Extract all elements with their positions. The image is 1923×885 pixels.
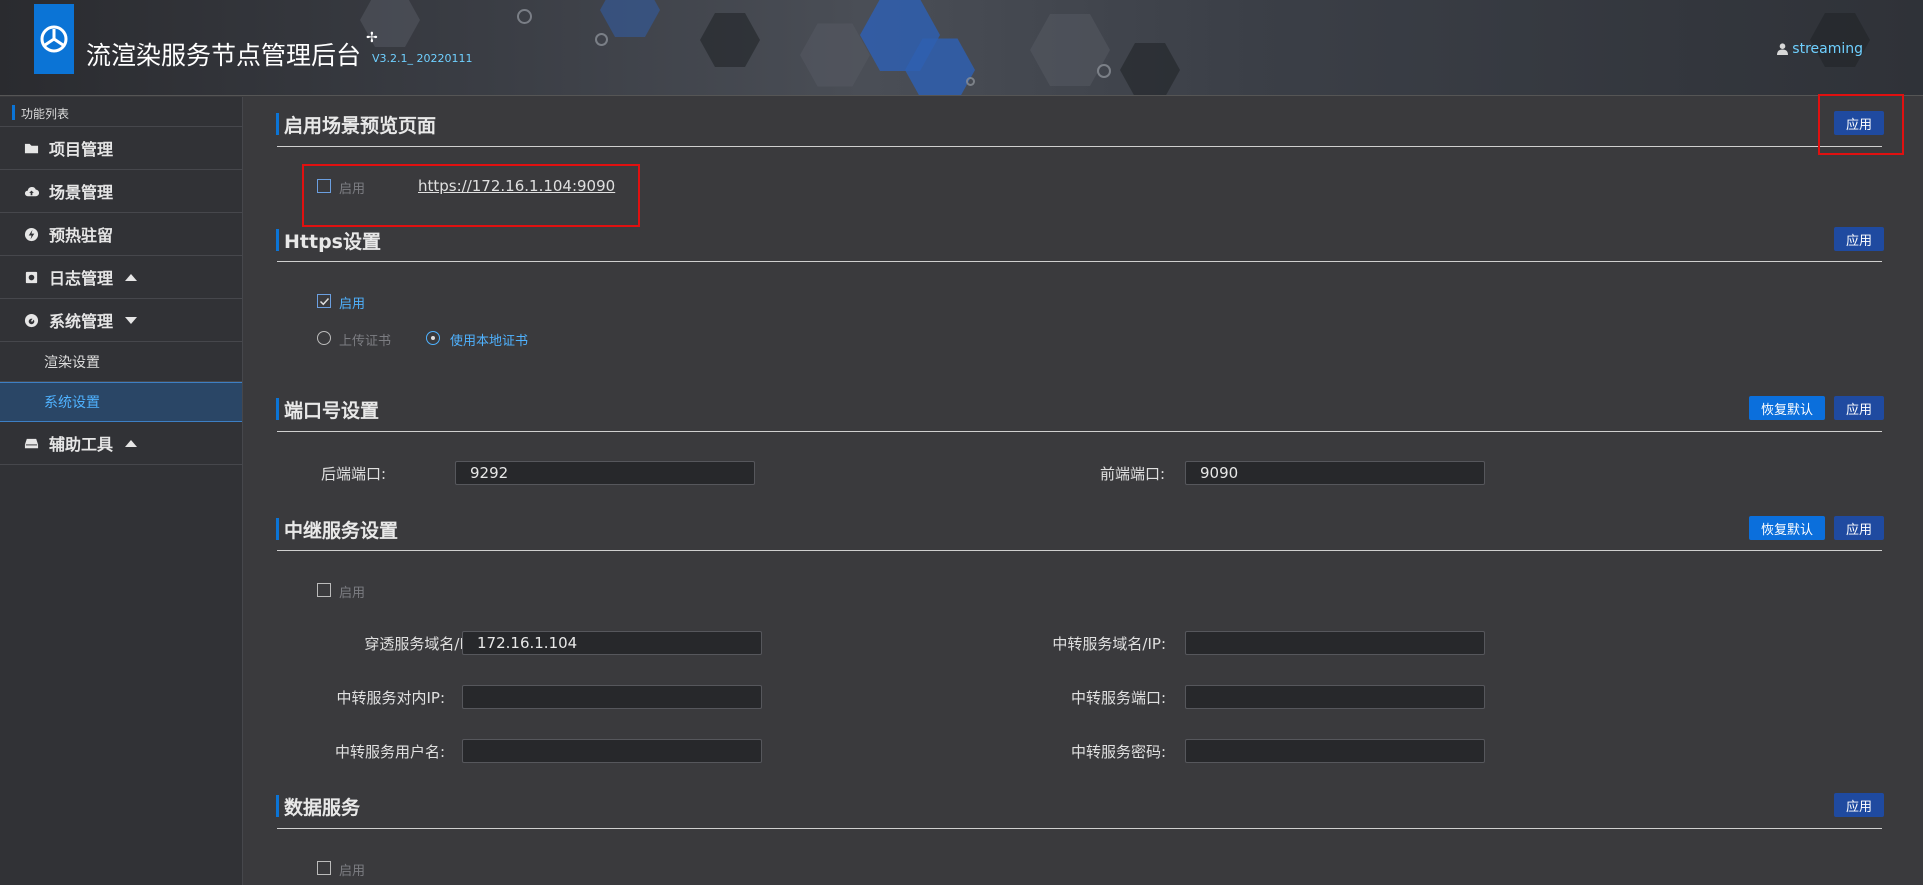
data-enable-checkbox[interactable] — [317, 861, 331, 875]
relay-domain-input[interactable] — [1185, 631, 1485, 655]
radio-local-cert[interactable] — [426, 331, 440, 345]
sidebar-item-label: 辅助工具 — [49, 435, 114, 454]
https-enable-label: 启用 — [339, 297, 366, 312]
https-apply-button[interactable]: 应用 — [1834, 227, 1885, 251]
sidebar: 功能列表 项目管理 场景管理 预热驻留 日志管理 系统管理 渲染设置 系统设置 … — [0, 97, 243, 885]
frontend-port-label: 前端端口: — [1099, 465, 1165, 483]
sidebar-item-project[interactable]: 项目管理 — [0, 127, 242, 170]
section-divider — [277, 431, 1882, 432]
sidebar-item-preheat[interactable]: 预热驻留 — [0, 213, 242, 256]
section-title-relay: 中继服务设置 — [275, 516, 398, 543]
sidebar-item-label: 项目管理 — [49, 140, 114, 159]
sparkle-icon: ✢ — [366, 30, 378, 46]
backend-port-input[interactable]: 9292 — [455, 461, 755, 485]
relay-domain-label: 中转服务域名/IP: — [1052, 635, 1166, 653]
ports-restore-default-button[interactable]: 恢复默认 — [1749, 396, 1826, 420]
data-enable-label: 启用 — [339, 864, 366, 879]
section-divider — [277, 828, 1882, 829]
section-title-ports: 端口号设置 — [275, 396, 379, 423]
radio-local-cert-label: 使用本地证书 — [450, 334, 529, 349]
decor-hex — [700, 13, 760, 67]
frontend-port-input[interactable]: 9090 — [1185, 461, 1485, 485]
sidebar-item-label: 场景管理 — [49, 183, 114, 202]
section-title-data: 数据服务 — [275, 793, 360, 820]
penetrate-domain-label: 穿透服务域名/IP: — [364, 635, 478, 653]
relay-inner-ip-input[interactable] — [462, 685, 762, 709]
sidebar-item-label: 预热驻留 — [49, 226, 114, 245]
folder-icon — [23, 141, 39, 156]
decor-hex — [600, 0, 660, 37]
relay-username-input[interactable] — [462, 739, 762, 763]
sidebar-item-label: 日志管理 — [49, 269, 114, 288]
decor-hex — [1810, 13, 1870, 67]
relay-port-input[interactable] — [1185, 685, 1485, 709]
sidebar-heading: 功能列表 — [0, 97, 242, 127]
section-divider — [277, 261, 1882, 262]
sidebar-item-scene[interactable]: 场景管理 — [0, 170, 242, 213]
relay-password-label: 中转服务密码: — [1070, 743, 1166, 761]
app-title: 流渲染服务节点管理后台 — [86, 41, 362, 70]
section-title-https: Https设置 — [276, 227, 381, 254]
caret-up-icon — [125, 439, 138, 447]
data-apply-button[interactable]: 应用 — [1834, 793, 1885, 817]
caret-down-icon — [125, 316, 138, 324]
user-name: streaming — [1792, 41, 1863, 57]
relay-restore-default-button[interactable]: 恢复默认 — [1749, 516, 1826, 540]
relay-username-label: 中转服务用户名: — [334, 743, 445, 761]
decor-hex — [1030, 14, 1110, 86]
decor-ring — [517, 9, 532, 24]
decor-ring — [1097, 64, 1111, 78]
app-header: 流渲染服务节点管理后台 ✢ V3.2.1_ 20220111 streaming — [0, 0, 1923, 96]
highlight-box-url — [302, 164, 640, 227]
user-menu[interactable]: streaming — [1777, 41, 1863, 57]
sidebar-item-label: 系统管理 — [49, 312, 114, 331]
drive-icon — [23, 436, 39, 451]
decor-hex — [1120, 43, 1180, 95]
backend-port-label: 后端端口: — [320, 465, 386, 483]
section-divider — [277, 550, 1882, 551]
log-icon — [23, 270, 39, 285]
radio-upload-cert[interactable] — [317, 331, 331, 345]
decor-ring — [595, 33, 608, 46]
relay-port-label: 中转服务端口: — [1070, 689, 1166, 707]
sidebar-item-tools[interactable]: 辅助工具 — [0, 422, 242, 465]
user-icon — [1777, 43, 1789, 55]
dashboard-icon — [23, 313, 39, 328]
relay-password-input[interactable] — [1185, 739, 1485, 763]
section-divider — [277, 146, 1882, 147]
https-enable-checkbox[interactable] — [317, 294, 331, 308]
app-logo — [34, 4, 74, 74]
checkmark-icon — [319, 297, 329, 305]
ports-apply-button[interactable]: 应用 — [1834, 396, 1885, 420]
cloud-upload-icon — [23, 184, 39, 199]
sidebar-item-system[interactable]: 系统管理 — [0, 299, 242, 342]
highlight-box-apply — [1818, 94, 1904, 155]
relay-enable-checkbox[interactable] — [317, 583, 331, 597]
radio-upload-cert-label: 上传证书 — [339, 334, 392, 349]
bolt-icon — [23, 227, 39, 242]
sidebar-item-log[interactable]: 日志管理 — [0, 256, 242, 299]
app-version: V3.2.1_ 20220111 — [372, 52, 473, 65]
caret-up-icon — [125, 273, 138, 281]
section-title-preview: 启用场景预览页面 — [275, 111, 436, 138]
relay-inner-ip-label: 中转服务对内IP: — [336, 689, 445, 707]
decor-hex — [800, 23, 870, 87]
penetrate-domain-input[interactable]: 172.16.1.104 — [462, 631, 762, 655]
sidebar-subitem-system-settings[interactable]: 系统设置 — [0, 382, 242, 422]
logo-icon — [40, 25, 68, 53]
relay-enable-label: 启用 — [339, 586, 366, 601]
sidebar-subitem-render-settings[interactable]: 渲染设置 — [0, 342, 242, 382]
relay-apply-button[interactable]: 应用 — [1834, 516, 1885, 540]
decor-ring — [966, 77, 975, 86]
